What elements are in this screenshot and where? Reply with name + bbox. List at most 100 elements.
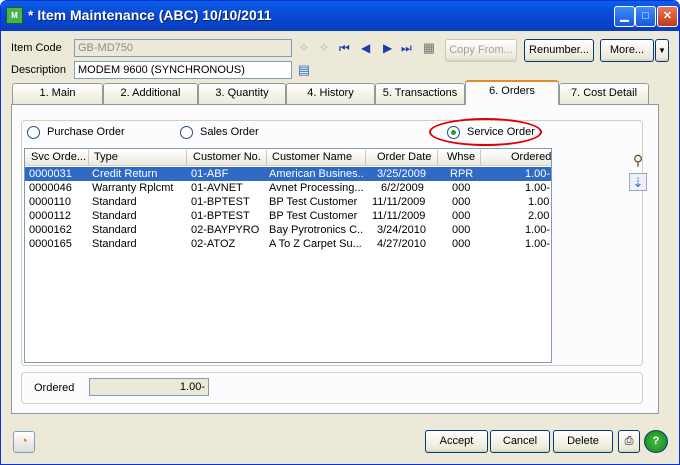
title-bar[interactable]: M * Item Maintenance (ABC) 10/10/2011 ▁ … <box>1 1 679 31</box>
column-header-whse[interactable]: Whse <box>447 151 475 163</box>
table-row[interactable]: 0000162 Standard 02-BAYPYRO Bay Pyrotron… <box>25 223 551 237</box>
sales-order-radio[interactable] <box>180 126 193 139</box>
order-date-cell: 6/2/2009 <box>381 182 424 194</box>
purchase-order-radio[interactable] <box>27 126 40 139</box>
customer-no-cell: 01-AVNET <box>191 182 243 194</box>
customer-name-cell: A To Z Carpet Su... <box>269 238 362 250</box>
type-cell: Standard <box>92 224 137 236</box>
column-header-svc-order[interactable]: Svc Orde... <box>31 151 86 163</box>
description-label: Description <box>11 64 67 76</box>
svc-order-cell: 0000112 <box>29 210 72 222</box>
type-cell: Warranty Rplcmt <box>92 182 174 194</box>
whse-cell: 000 <box>452 182 471 194</box>
print-icon[interactable]: ⎙ <box>618 430 640 453</box>
customer-name-cell: Avnet Processing... <box>269 182 363 194</box>
window-title: * Item Maintenance (ABC) 10/10/2011 <box>28 7 272 23</box>
svc-order-cell: 0000162 <box>29 224 72 236</box>
ordered-total-value: 1.00- <box>89 378 209 396</box>
table-row[interactable]: 0000031 Credit Return 01-ABF American Bu… <box>25 167 551 181</box>
table-row[interactable]: 0000110 Standard 01-BPTEST BP Test Custo… <box>25 195 551 209</box>
item-code-input[interactable]: GB-MD750 <box>74 39 292 57</box>
cancel-button[interactable]: Cancel <box>490 430 550 453</box>
table-row[interactable]: 0000112 Standard 01-BPTEST BP Test Custo… <box>25 209 551 223</box>
sales-order-label[interactable]: Sales Order <box>200 126 259 138</box>
whse-cell: 000 <box>452 196 471 208</box>
svc-order-cell: 0000165 <box>29 238 72 250</box>
maximize-button[interactable]: □ <box>635 6 656 27</box>
zoom-icon[interactable]: ✧ <box>315 39 333 57</box>
tab-history[interactable]: 4. History <box>286 83 375 104</box>
ordered-cell: 1.00- <box>525 224 551 236</box>
previous-record-icon[interactable]: ◀ <box>361 41 370 55</box>
order-date-cell: 11/11/2009 <box>372 196 426 208</box>
annotation-circle <box>429 118 542 146</box>
type-cell: Standard <box>92 196 137 208</box>
ordered-cell: 1.00- <box>525 182 551 194</box>
customer-name-cell: Bay Pyrotronics C... <box>269 224 363 236</box>
last-record-icon[interactable]: ⏭ <box>401 41 412 56</box>
binoculars-icon[interactable]: ⚲ <box>629 151 647 169</box>
tab-main[interactable]: 1. Main <box>12 83 103 104</box>
tab-transactions[interactable]: 5. Transactions <box>375 83 465 104</box>
table-row[interactable]: 0000046 Warranty Rplcmt 01-AVNET Avnet P… <box>25 181 551 195</box>
tab-quantity[interactable]: 3. Quantity <box>198 83 286 104</box>
description-input[interactable]: MODEM 9600 (SYNCHRONOUS) <box>74 61 292 79</box>
whse-cell: 000 <box>452 238 471 250</box>
item-maintenance-window: M * Item Maintenance (ABC) 10/10/2011 ▁ … <box>0 0 680 465</box>
close-button[interactable]: ✕ <box>657 6 678 27</box>
svc-order-cell: 0000031 <box>29 168 72 180</box>
column-header-customer-no[interactable]: Customer No. <box>193 151 261 163</box>
customer-no-cell: 02-BAYPYRO <box>191 224 260 236</box>
svc-order-cell: 0000110 <box>29 196 72 208</box>
order-date-cell: 3/24/2010 <box>377 224 426 236</box>
tab-additional[interactable]: 2. Additional <box>103 83 198 104</box>
help-globe-icon[interactable]: ◔ <box>13 431 35 453</box>
column-header-ordered[interactable]: Ordered <box>511 151 551 163</box>
purchase-order-label[interactable]: Purchase Order <box>47 126 125 138</box>
service-orders-grid[interactable]: Svc Orde... Type Customer No. Customer N… <box>24 148 552 363</box>
more-dropdown-icon[interactable]: ▼ <box>655 39 669 62</box>
lookup-icon[interactable]: ✧ <box>295 39 313 57</box>
app-icon[interactable]: M <box>6 7 23 24</box>
whse-cell: RPR <box>450 168 474 180</box>
table-row[interactable]: 0000165 Standard 02-ATOZ A To Z Carpet S… <box>25 237 551 251</box>
calendar-icon[interactable]: ▦ <box>420 39 438 57</box>
next-record-icon[interactable]: ▶ <box>383 41 392 55</box>
type-cell: Standard <box>92 210 137 222</box>
customer-name-cell: BP Test Customer <box>269 210 358 222</box>
renumber-button[interactable]: Renumber... <box>524 39 594 62</box>
minimize-button[interactable]: ▁ <box>614 6 635 27</box>
customer-no-cell: 01-BPTEST <box>191 196 250 208</box>
whse-cell: 000 <box>452 224 471 236</box>
more-button[interactable]: More... <box>600 39 654 62</box>
customer-name-cell: American Busines... <box>269 168 363 180</box>
ordered-cell: 1.00 <box>528 196 550 208</box>
item-code-label: Item Code <box>11 42 62 54</box>
order-date-cell: 3/25/2009 <box>377 168 426 180</box>
copy-from-button[interactable]: Copy From... <box>445 39 517 62</box>
grid-header: Svc Orde... Type Customer No. Customer N… <box>25 149 551 166</box>
column-header-type[interactable]: Type <box>94 151 118 163</box>
tab-orders[interactable]: 6. Orders <box>465 80 559 105</box>
svc-order-cell: 0000046 <box>29 182 72 194</box>
customer-no-cell: 01-ABF <box>191 168 229 180</box>
drill-down-icon[interactable]: ⇣ <box>629 173 647 191</box>
whse-cell: 000 <box>452 210 471 222</box>
ordered-total-label: Ordered <box>34 382 75 394</box>
order-date-cell: 11/11/2009 <box>372 210 426 222</box>
ordered-cell: 1.00- <box>525 238 551 250</box>
tab-cost-detail[interactable]: 7. Cost Detail <box>559 83 649 104</box>
help-icon[interactable]: ? <box>644 430 668 453</box>
first-record-icon[interactable]: ⏮ <box>339 41 350 56</box>
order-date-cell: 4/27/2010 <box>377 238 426 250</box>
customer-name-cell: BP Test Customer <box>269 196 358 208</box>
column-header-order-date[interactable]: Order Date <box>377 151 431 163</box>
ordered-cell: 1.00- <box>525 168 551 180</box>
customer-no-cell: 02-ATOZ <box>191 238 236 250</box>
type-cell: Standard <box>92 238 137 250</box>
memo-icon[interactable]: ▤ <box>295 61 313 79</box>
delete-button[interactable]: Delete <box>553 430 613 453</box>
ordered-cell: 2.00 <box>528 210 550 222</box>
column-header-customer-name[interactable]: Customer Name <box>272 151 352 163</box>
accept-button[interactable]: Accept <box>425 430 488 453</box>
